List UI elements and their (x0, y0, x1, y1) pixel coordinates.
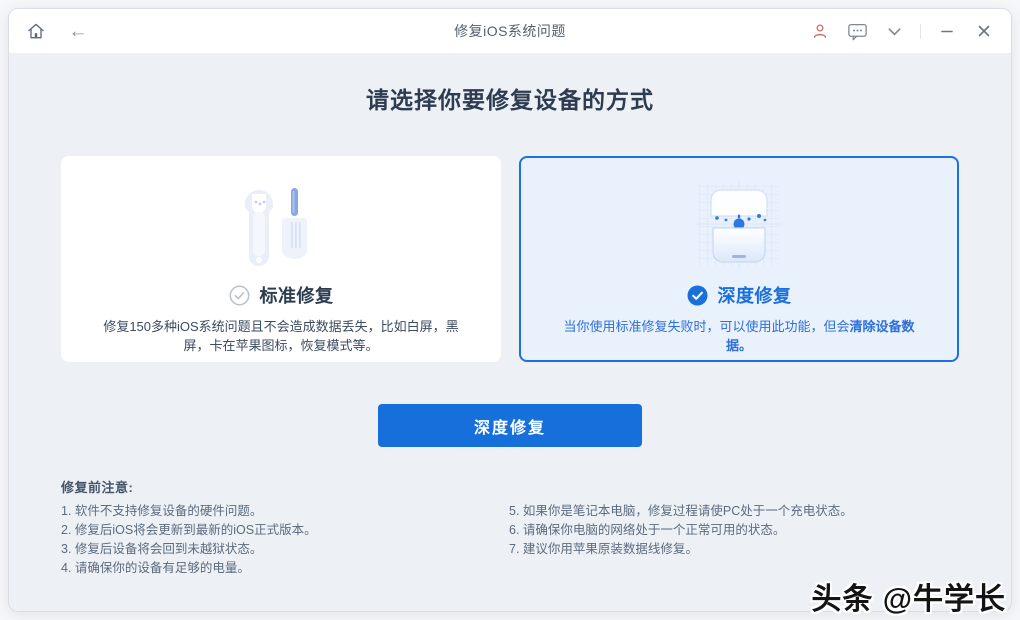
titlebar-divider (920, 24, 921, 39)
note-item: 3. 修复后设备将会回到未越狱状态。 (61, 543, 509, 556)
note-item: 2. 修复后iOS将会更新到最新的iOS正式版本。 (61, 524, 509, 537)
check-circle-filled-icon (687, 285, 708, 306)
watermark: 头条 @牛学长 (811, 574, 1006, 618)
deep-repair-button[interactable]: 深度修复 (378, 404, 642, 447)
app-window: ← 修复iOS系统问题 (8, 8, 1012, 612)
minimize-icon[interactable] (936, 20, 958, 42)
note-item: 4. 请确保你的设备有足够的电量。 (61, 562, 509, 575)
note-item: 7. 建议你用苹果原装数据线修复。 (509, 543, 853, 556)
back-arrow-glyph: ← (69, 22, 88, 41)
deep-repair-title: 深度修复 (718, 282, 792, 308)
back-arrow-icon[interactable]: ← (67, 20, 89, 42)
close-icon[interactable] (973, 20, 995, 42)
notes-heading: 修复前注意: (61, 477, 959, 496)
note-item: 6. 请确保你电脑的网络处于一个正常可用的状态。 (509, 524, 853, 537)
card-standard-repair[interactable]: 标准修复 修复150多种iOS系统问题且不会造成数据丢失，比如白屏，黑屏，卡在苹… (61, 156, 501, 362)
note-item: 1. 软件不支持修复设备的硬件问题。 (61, 505, 509, 518)
page-title: 请选择你要修复设备的方式 (9, 86, 1011, 114)
deep-repair-description: 当你使用标准修复失败时，可以使用此功能，但会清除设备数据。 (521, 317, 957, 355)
pre-repair-notes: 修复前注意: 1. 软件不支持修复设备的硬件问题。 2. 修复后iOS将会更新到… (9, 477, 1011, 575)
wrench-screwdriver-icon (239, 170, 323, 274)
main-content: 请选择你要修复设备的方式 (9, 54, 1011, 612)
card-deep-repair[interactable]: 深度修复 当你使用标准修复失败时，可以使用此功能，但会清除设备数据。 (519, 156, 959, 362)
device-blueprint-icon (691, 170, 787, 274)
standard-repair-description: 修复150多种iOS系统问题且不会造成数据丢失，比如白屏，黑屏，卡在苹果图标，恢… (63, 317, 499, 355)
repair-mode-cards: 标准修复 修复150多种iOS系统问题且不会造成数据丢失，比如白屏，黑屏，卡在苹… (9, 156, 1011, 362)
home-icon[interactable] (25, 20, 47, 42)
deep-repair-desc-normal: 当你使用标准修复失败时，可以使用此功能，但会 (563, 319, 849, 334)
chevron-down-icon[interactable] (883, 20, 905, 42)
check-circle-outline-icon (229, 285, 250, 306)
note-item: 5. 如果你是笔记本电脑，修复过程请使PC处于一个充电状态。 (509, 505, 853, 518)
titlebar: ← 修复iOS系统问题 (9, 9, 1011, 54)
standard-repair-title: 标准修复 (260, 282, 334, 308)
account-icon[interactable] (809, 20, 831, 42)
feedback-icon[interactable] (846, 20, 868, 42)
